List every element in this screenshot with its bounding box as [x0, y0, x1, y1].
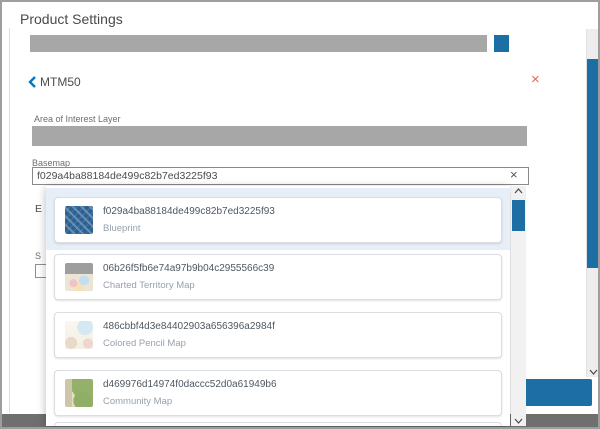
basemap-item-card[interactable]: d469976d14974f0daccc52d0a61949b6 Communi…	[54, 370, 502, 416]
close-x-icon: ×	[531, 71, 540, 88]
basemap-item-name: Community Map	[103, 396, 172, 407]
basemap-item-name: Charted Territory Map	[103, 280, 195, 291]
area-of-interest-label: Area of Interest Layer	[34, 114, 121, 124]
basemap-item-card[interactable]: f029a4ba88184de499c82b7ed3225f93 Bluepri…	[54, 197, 502, 243]
basemap-item-id: 06b26f5fb6e74a97b9b04c2955566c39	[103, 263, 274, 274]
basemap-item-name: Blueprint	[103, 223, 141, 234]
dropdown-scrollbar-thumb[interactable]	[512, 200, 525, 231]
header-placeholder-bar	[30, 35, 487, 52]
hidden-field-label-e: E	[35, 203, 42, 215]
panel-left-border	[9, 28, 10, 413]
basemap-dropdown-item[interactable]: f029a4ba88184de499c82b7ed3225f93 Bluepri…	[46, 188, 510, 250]
basemap-thumbnail	[65, 206, 93, 234]
page-scroll-down-icon[interactable]	[589, 369, 598, 375]
basemap-dropdown-item[interactable]: d469976d14974f0daccc52d0a61949b6 Communi…	[46, 366, 510, 424]
page-scrollbar-thumb[interactable]	[587, 59, 600, 268]
product-settings-window: Product Settings MTM50 × Area of Interes…	[0, 0, 600, 429]
basemap-input[interactable]	[32, 167, 529, 185]
basemap-dropdown-item[interactable]: 06b26f5fb6e74a97b9b04c2955566c39 Charted…	[46, 250, 510, 308]
basemap-item-id: 486cbbf4d3e84402903a656396a2984f	[103, 321, 275, 332]
basemap-thumbnail	[65, 321, 93, 349]
back-button[interactable]: MTM50	[28, 74, 81, 90]
header-accent-square	[494, 35, 509, 52]
scroll-up-icon[interactable]	[514, 188, 523, 194]
chevron-left-icon	[28, 76, 36, 88]
basemap-item-id: f029a4ba88184de499c82b7ed3225f93	[103, 206, 275, 217]
hidden-field-label-s: S	[35, 251, 41, 261]
basemap-item-card[interactable]: 486cbbf4d3e84402903a656396a2984f Colored…	[54, 312, 502, 358]
page-title: Product Settings	[20, 11, 123, 27]
primary-action-button[interactable]	[521, 379, 592, 406]
dropdown-scrollbar[interactable]	[511, 186, 526, 426]
basemap-item-id: d469976d14974f0daccc52d0a61949b6	[103, 379, 277, 390]
basemap-thumbnail	[65, 263, 93, 291]
basemap-item-partial[interactable]	[54, 422, 502, 426]
basemap-item-card[interactable]: 06b26f5fb6e74a97b9b04c2955566c39 Charted…	[54, 254, 502, 300]
scroll-down-icon[interactable]	[514, 418, 523, 424]
basemap-thumbnail	[65, 379, 93, 407]
area-of-interest-field[interactable]	[32, 126, 527, 146]
basemap-dropdown-item[interactable]: 486cbbf4d3e84402903a656396a2984f Colored…	[46, 308, 510, 366]
basemap-item-name: Colored Pencil Map	[103, 338, 186, 349]
page-scrollbar[interactable]	[586, 29, 600, 377]
clear-input-icon[interactable]: ×	[510, 168, 518, 181]
close-panel-button[interactable]: ×	[531, 72, 540, 87]
back-label: MTM50	[40, 75, 81, 89]
basemap-dropdown: f029a4ba88184de499c82b7ed3225f93 Bluepri…	[46, 186, 510, 426]
